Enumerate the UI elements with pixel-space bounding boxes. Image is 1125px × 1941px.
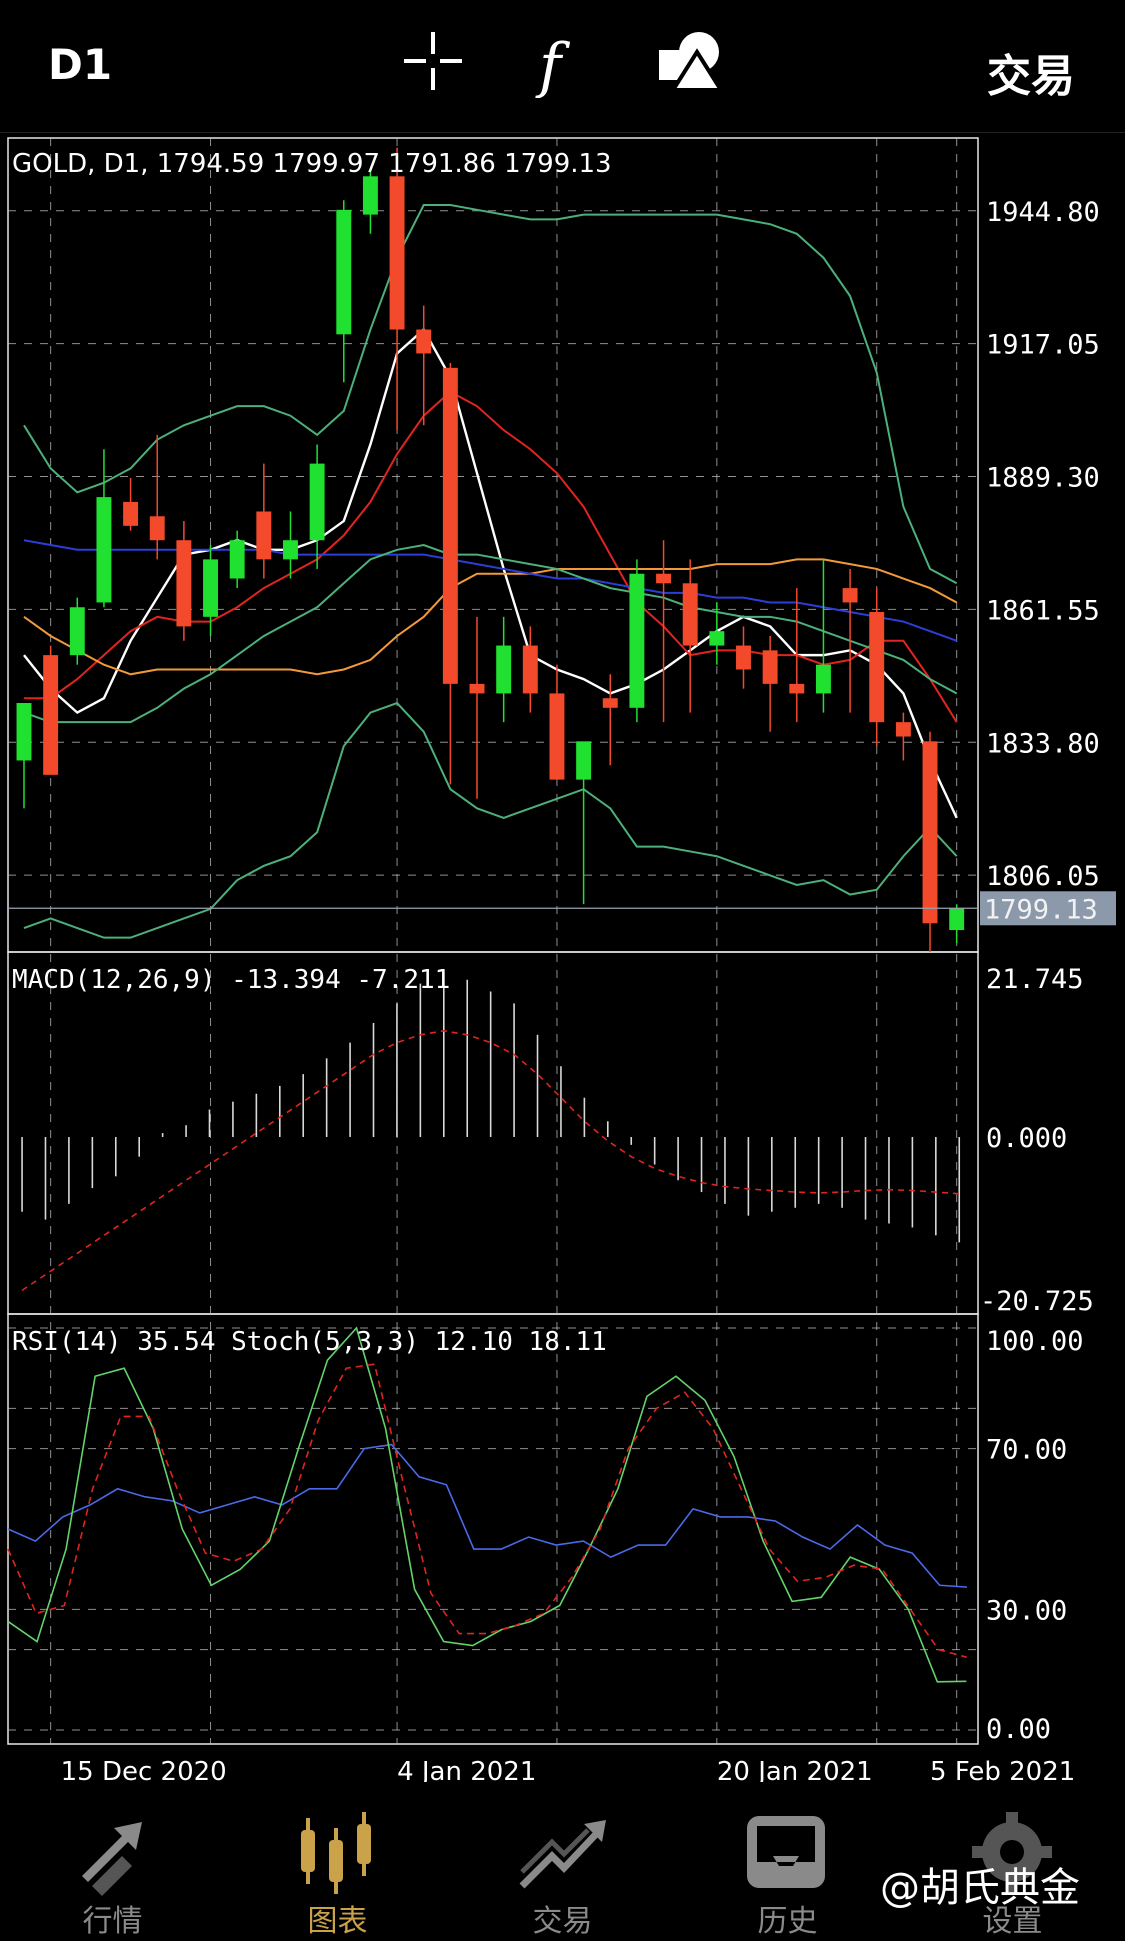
candle-body xyxy=(949,908,965,931)
candle-body xyxy=(256,511,272,560)
overlay-line-ma-slow xyxy=(23,558,958,676)
x-axis-label: 5 Feb 2021 xyxy=(930,1757,1075,1782)
price-tick-label: 1917.05 xyxy=(986,330,1100,361)
candle-body xyxy=(629,573,645,708)
chart-candles-icon xyxy=(301,1812,371,1894)
price-panel-title: GOLD, D1, 1794.59 1799.97 1791.86 1799.1… xyxy=(12,149,612,179)
objects-shapes-icon[interactable] xyxy=(655,28,727,94)
macd-tick-label: -20.725 xyxy=(980,1286,1094,1317)
candle-body xyxy=(416,329,432,354)
candle-body xyxy=(69,607,85,656)
chart-frames xyxy=(7,137,979,1745)
price-tick-label: 1806.05 xyxy=(986,861,1100,892)
tab-label: 行情 xyxy=(82,1904,143,1939)
series-line-stoch-5-3-3- xyxy=(7,1326,967,1683)
candle-body xyxy=(16,703,32,761)
candle-body xyxy=(309,463,325,541)
macd-tick-label: 21.745 xyxy=(986,964,1084,995)
x-axis-label: 20 Jan 2021 xyxy=(717,1757,873,1782)
candle-body xyxy=(203,559,218,617)
candle-body xyxy=(602,698,618,708)
tab-chart[interactable]: 图表 xyxy=(225,1790,450,1941)
price-panel xyxy=(8,147,978,952)
macd-panel-title: MACD(12,26,9) -13.394 -7.211 xyxy=(12,965,450,995)
quotes-arrows-icon xyxy=(82,1822,142,1896)
overlay-line-bb-mid xyxy=(23,543,958,724)
history-inbox-icon xyxy=(747,1816,825,1888)
candle-body xyxy=(283,540,298,560)
candle-body xyxy=(469,683,485,694)
tab-label: 交易 xyxy=(532,1904,593,1939)
trade-trend-icon xyxy=(519,1820,606,1889)
candle-body xyxy=(709,631,725,646)
rsi-tick-label: 100.00 xyxy=(986,1326,1084,1357)
trade-button[interactable]: 交易 xyxy=(987,40,1075,104)
svg-text:f: f xyxy=(535,31,571,98)
candle-body xyxy=(123,501,139,526)
panel-frame-rsi xyxy=(7,1313,979,1745)
candle-body xyxy=(96,497,112,603)
tab-label: 历史 xyxy=(757,1904,818,1939)
indicator-function-icon[interactable]: f xyxy=(535,28,585,98)
candle-body xyxy=(815,664,831,694)
top-toolbar: D1 f 交易 xyxy=(0,0,1125,133)
candle-body xyxy=(576,741,592,780)
candle-body xyxy=(336,209,352,335)
rsi-tick-label: 70.00 xyxy=(986,1435,1067,1466)
overlay-line-bb-lower xyxy=(23,701,958,939)
candle-body xyxy=(496,645,512,694)
timeframe-button[interactable]: D1 xyxy=(48,40,112,89)
candle-body xyxy=(229,540,245,579)
candle-body xyxy=(869,612,885,723)
candle-body xyxy=(149,516,165,541)
price-tick-label: 1889.30 xyxy=(986,463,1100,494)
candle-body xyxy=(549,693,565,780)
candle-body xyxy=(362,176,378,215)
candle-body xyxy=(789,683,805,694)
candle-body xyxy=(176,540,192,627)
candle-body xyxy=(842,588,858,603)
price-tick-label: 1833.80 xyxy=(986,728,1100,759)
candle-body xyxy=(682,583,698,646)
last-price-label: 1799.13 xyxy=(984,894,1098,925)
candle-body xyxy=(389,176,405,330)
panel-frame-macd xyxy=(7,951,979,1315)
tab-label: 图表 xyxy=(307,1904,368,1939)
candle-body xyxy=(656,573,672,584)
rsi-panel-title: RSI(14) 35.54 Stoch(5,3,3) 12.10 18.11 xyxy=(12,1327,607,1357)
rsi-stoch-panel xyxy=(7,1326,968,1683)
panel-frame-main xyxy=(7,137,979,953)
crosshair-icon[interactable] xyxy=(400,28,466,94)
chart-grid xyxy=(8,138,978,1744)
candle-body xyxy=(895,722,911,737)
series-line-stoch-signal xyxy=(7,1363,967,1658)
rsi-tick-label: 0.00 xyxy=(986,1714,1051,1745)
candle-body xyxy=(736,645,751,670)
macd-tick-label: 0.000 xyxy=(986,1123,1067,1154)
tab-trade[interactable]: 交易 xyxy=(450,1790,675,1941)
x-axis-label: 15 Dec 2020 xyxy=(61,1757,227,1782)
candle-body xyxy=(442,367,458,684)
overlay-line-ma-long xyxy=(23,539,958,642)
candle-body xyxy=(922,741,938,924)
price-tick-label: 1861.55 xyxy=(986,595,1100,626)
price-tick-label: 1944.80 xyxy=(986,197,1100,228)
watermark: @胡氏典金 xyxy=(880,1865,1080,1911)
series-line-rsi-14- xyxy=(7,1443,968,1588)
rsi-tick-label: 30.00 xyxy=(986,1595,1067,1626)
tab-quotes[interactable]: 行情 xyxy=(0,1790,225,1941)
x-axis-label: 4 Jan 2021 xyxy=(397,1757,536,1782)
tab-history[interactable]: 历史 xyxy=(675,1790,900,1941)
chart-area[interactable]: GOLD, D1, 1794.59 1799.97 1791.86 1799.1… xyxy=(0,132,1125,1782)
candle-body xyxy=(762,650,778,684)
candle-body xyxy=(522,645,538,694)
chart-axes: GOLD, D1, 1794.59 1799.97 1791.86 1799.1… xyxy=(12,149,1116,1782)
macd-panel xyxy=(21,971,961,1292)
candle-body xyxy=(43,655,59,775)
